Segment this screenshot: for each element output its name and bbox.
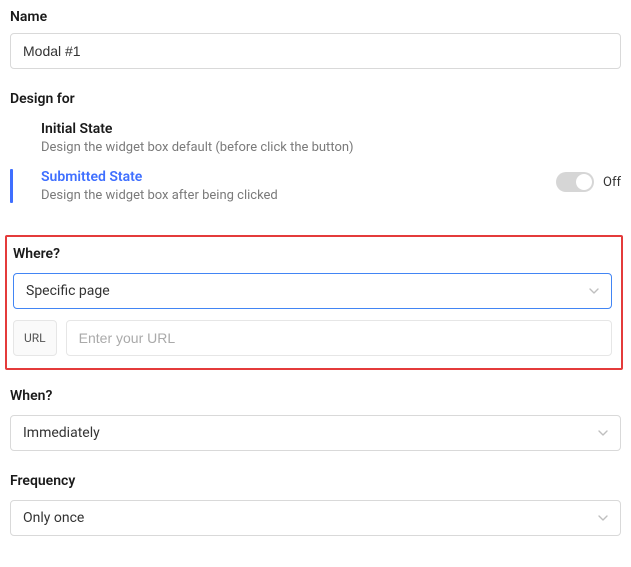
url-prefix-label: URL	[13, 320, 57, 356]
where-select-wrap: Specific page	[13, 273, 612, 309]
state-content: Initial State Design the widget box defa…	[41, 121, 621, 155]
submitted-toggle[interactable]	[556, 172, 594, 192]
state-content: Submitted State Design the widget box af…	[41, 169, 556, 203]
name-section: Name	[10, 9, 621, 69]
design-for-section: Design for Initial State Design the widg…	[10, 91, 621, 213]
when-select-wrap: Immediately	[10, 415, 621, 451]
state-title: Submitted State	[41, 169, 556, 185]
when-select-value: Immediately	[23, 425, 100, 441]
name-input[interactable]	[10, 33, 621, 69]
frequency-select[interactable]: Only once	[10, 500, 621, 536]
frequency-select-value: Only once	[23, 510, 84, 526]
when-label: When?	[10, 388, 621, 404]
frequency-select-wrap: Only once	[10, 500, 621, 536]
where-select-value: Specific page	[26, 283, 110, 299]
frequency-section: Frequency Only once	[10, 473, 621, 536]
when-section: When? Immediately	[10, 388, 621, 451]
state-toggle-group: Off	[556, 169, 621, 192]
state-initial[interactable]: Initial State Design the widget box defa…	[10, 117, 621, 165]
state-desc: Design the widget box after being clicke…	[41, 188, 556, 203]
design-for-label: Design for	[10, 91, 621, 107]
state-title: Initial State	[41, 121, 621, 137]
state-indicator-bar	[10, 169, 13, 203]
toggle-label: Off	[603, 175, 621, 190]
state-list: Initial State Design the widget box defa…	[10, 117, 621, 213]
when-select[interactable]: Immediately	[10, 415, 621, 451]
frequency-label: Frequency	[10, 473, 621, 489]
state-indicator-bar	[10, 121, 13, 155]
state-desc: Design the widget box default (before cl…	[41, 140, 621, 155]
toggle-knob	[576, 174, 592, 190]
name-label: Name	[10, 9, 621, 25]
where-select[interactable]: Specific page	[13, 273, 612, 309]
where-section-highlight: Where? Specific page URL	[5, 235, 623, 370]
url-input[interactable]	[66, 320, 612, 356]
where-label: Where?	[13, 246, 612, 262]
state-submitted[interactable]: Submitted State Design the widget box af…	[10, 165, 621, 213]
url-row: URL	[13, 320, 612, 356]
